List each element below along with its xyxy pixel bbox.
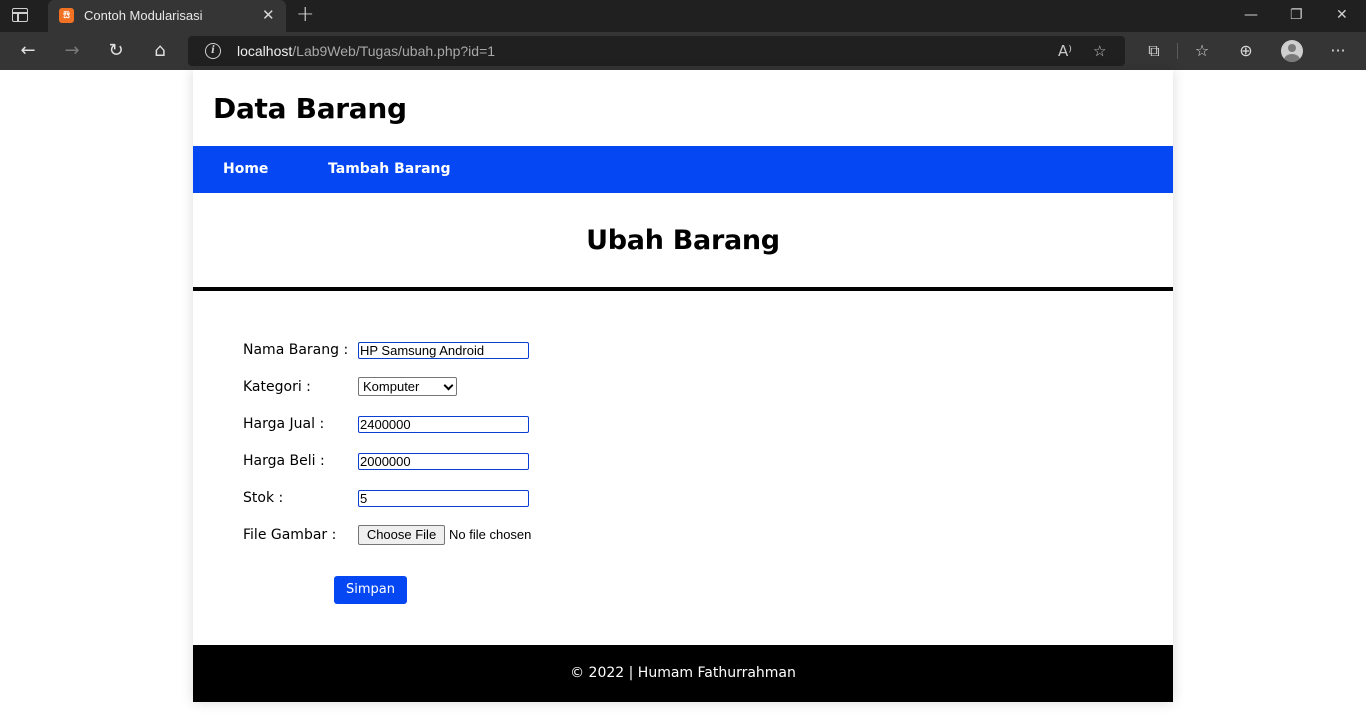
browser-tab-bar: ಔ Contoh Modularisasi ✕ + — ❐ ✕ (0, 0, 1366, 32)
url-path: /Lab9Web/Tugas/ubah.php?id=1 (292, 43, 496, 59)
nama-barang-label: Nama Barang : (243, 342, 349, 358)
chevron-down-icon (443, 380, 454, 391)
kategori-select[interactable]: Komputer (358, 377, 457, 396)
reload-icon[interactable]: ↻ (104, 40, 128, 62)
more-menu-icon[interactable]: ··· (1327, 40, 1349, 62)
tab-close-icon[interactable]: ✕ (262, 6, 275, 24)
form-row-harga-beli: Harga Beli : 2000000 (243, 451, 843, 473)
forward-icon[interactable]: → (60, 40, 84, 62)
minimize-icon[interactable]: — (1244, 6, 1258, 24)
main-navbar: Home Tambah Barang (193, 146, 1173, 193)
back-icon[interactable]: ← (16, 40, 40, 62)
collections-icon[interactable]: ⊕ (1235, 40, 1257, 62)
page-title: Ubah Barang (586, 225, 780, 256)
content-container: Data Barang Home Tambah Barang Ubah Bara… (193, 70, 1173, 702)
harga-jual-label: Harga Jual : (243, 416, 325, 432)
kategori-label: Kategori : (243, 379, 311, 395)
url-host: localhost (237, 43, 293, 59)
nav-tambah-barang-link[interactable]: Tambah Barang (328, 161, 451, 177)
add-favorite-icon[interactable]: ☆ (1093, 41, 1106, 61)
harga-jual-input[interactable]: 2400000 (358, 416, 529, 433)
address-bar[interactable]: i localhost/Lab9Web/Tugas/ubah.php?id=1 … (188, 36, 1125, 66)
new-tab-icon[interactable]: + (296, 3, 314, 27)
url-text[interactable]: localhost/Lab9Web/Tugas/ubah.php?id=1 (237, 43, 495, 59)
choose-file-button[interactable]: Choose File (358, 525, 445, 545)
toolbar-divider (1177, 43, 1178, 59)
page-viewport: Data Barang Home Tambah Barang Ubah Bara… (0, 70, 1366, 721)
page-footer: © 2022 | Humam Fathurrahman (193, 645, 1173, 702)
read-aloud-icon[interactable]: A⁾ (1058, 41, 1072, 61)
title-divider (193, 287, 1173, 291)
file-gambar-label: File Gambar : (243, 527, 337, 543)
form-row-nama: Nama Barang : HP Samsung Android (243, 340, 843, 362)
form-row-harga-jual: Harga Jual : 2400000 (243, 414, 843, 436)
tab-actions-icon[interactable] (12, 8, 28, 22)
footer-copyright: © 2022 | Humam Fathurrahman (570, 665, 796, 681)
profile-avatar-icon[interactable] (1281, 40, 1303, 62)
nama-barang-input[interactable]: HP Samsung Android (358, 342, 529, 359)
form-row-kategori: Kategori : Komputer (243, 377, 843, 399)
form-row-stok: Stok : 5 (243, 488, 843, 510)
harga-beli-input[interactable]: 2000000 (358, 453, 529, 470)
kategori-selected-value: Komputer (363, 379, 420, 394)
site-info-icon[interactable]: i (205, 43, 221, 59)
home-icon[interactable]: ⌂ (148, 40, 172, 62)
window-close-icon[interactable]: ✕ (1336, 6, 1348, 24)
browser-tab[interactable]: ಔ Contoh Modularisasi ✕ (48, 0, 286, 32)
file-status-text: No file chosen (449, 527, 532, 542)
tab-title: Contoh Modularisasi (84, 8, 203, 23)
stok-label: Stok : (243, 490, 284, 506)
site-title: Data Barang (213, 92, 407, 125)
form-row-gambar: File Gambar : Choose File No file chosen (243, 525, 843, 547)
nav-home-link[interactable]: Home (223, 161, 268, 177)
simpan-button[interactable]: Simpan (334, 576, 407, 604)
extensions-icon[interactable]: ⧉ (1143, 40, 1165, 62)
xampp-favicon-icon: ಔ (59, 8, 74, 23)
favorites-icon[interactable]: ☆ (1191, 40, 1213, 62)
harga-beli-label: Harga Beli : (243, 453, 325, 469)
restore-icon[interactable]: ❐ (1290, 6, 1303, 24)
stok-input[interactable]: 5 (358, 490, 529, 507)
